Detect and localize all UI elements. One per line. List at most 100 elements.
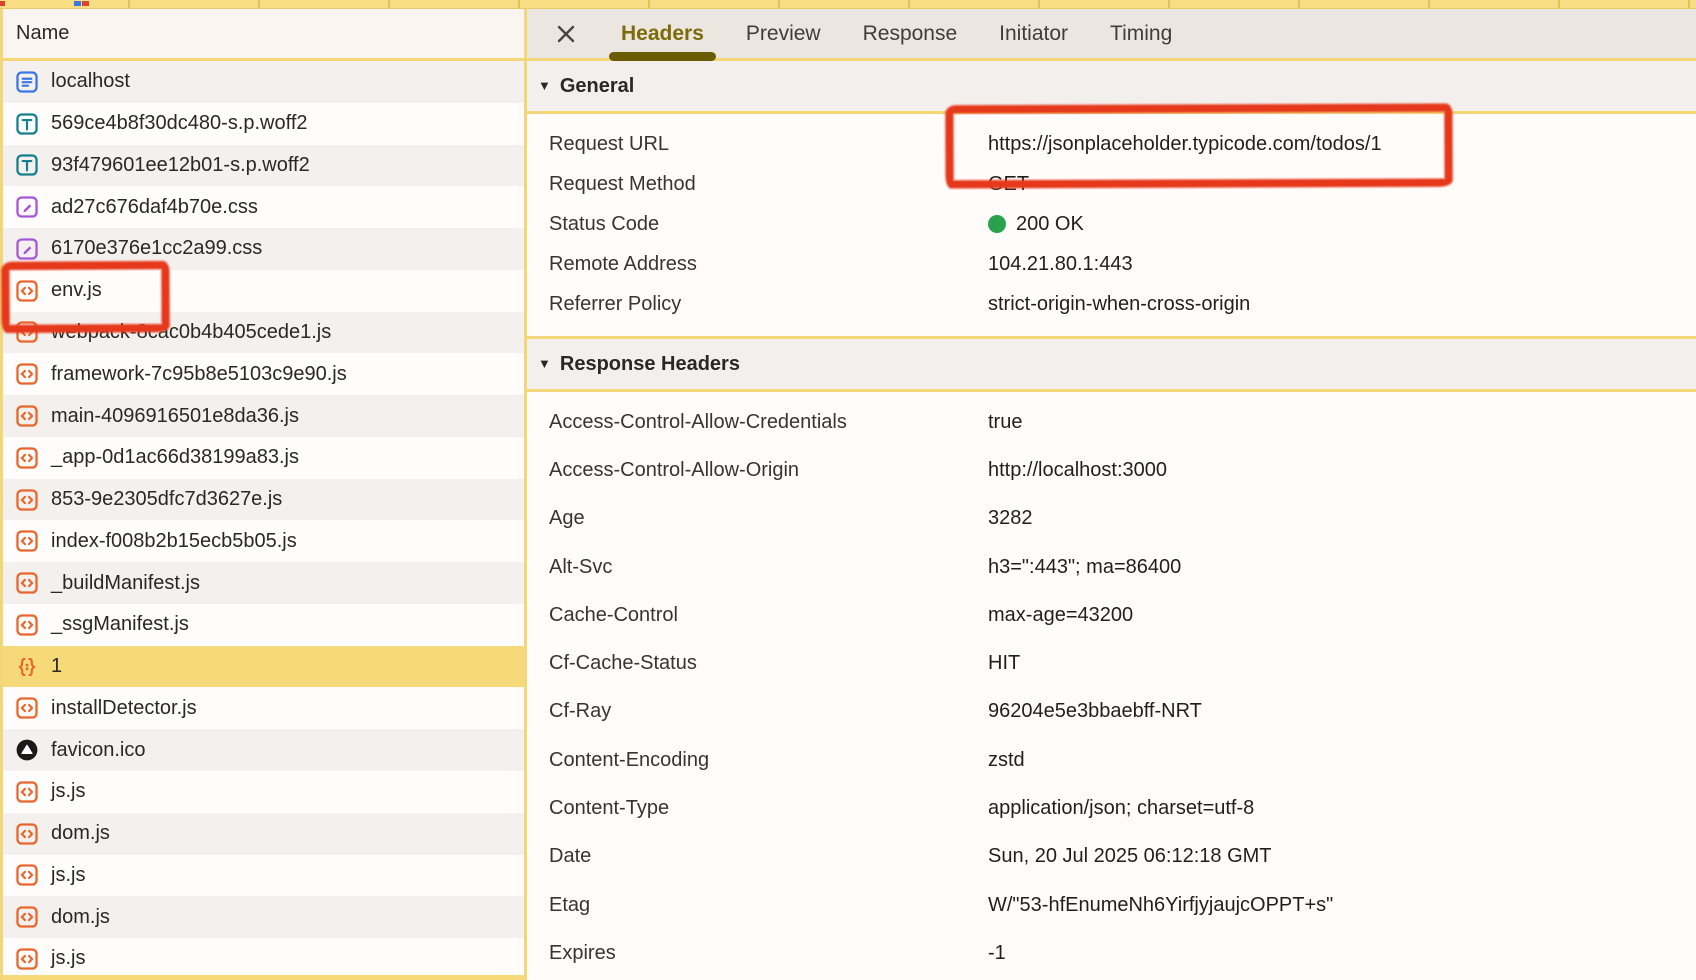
request-name: _app-0d1ac66d38199a83.js — [51, 446, 299, 469]
disclosure-triangle-icon: ▼ — [538, 356, 551, 371]
header-row-request-url: Request URLhttps://jsonplaceholder.typic… — [549, 124, 1696, 164]
header-row-request-method: Request MethodGET — [549, 164, 1696, 204]
request-row-installdetector-js[interactable]: installDetector.js — [3, 687, 524, 729]
script-icon — [14, 528, 40, 554]
request-row-dom-js[interactable]: dom.js — [3, 896, 524, 938]
header-name: Request URL — [549, 133, 988, 156]
section-header-response-headers[interactable]: ▼Response Headers — [527, 336, 1696, 392]
header-value: https://jsonplaceholder.typicode.com/tod… — [988, 133, 1696, 156]
request-row-app-0d1ac66d38199a83-js[interactable]: _app-0d1ac66d38199a83.js — [3, 437, 524, 479]
request-name: _buildManifest.js — [51, 572, 200, 595]
tab-timing[interactable]: Timing — [1110, 9, 1172, 58]
header-row-remote-address: Remote Address104.21.80.1:443 — [549, 244, 1696, 284]
header-row-alt-svc: Alt-Svch3=":443"; ma=86400 — [549, 543, 1696, 591]
request-name: env.js — [51, 279, 102, 302]
header-row-cf-ray: Cf-Ray96204e5e3bbaebff-NRT — [549, 688, 1696, 736]
request-row-ssgmanifest-js[interactable]: _ssgManifest.js — [3, 604, 524, 646]
request-row-6170e376e1cc2a99-css[interactable]: 6170e376e1cc2a99.css — [3, 228, 524, 270]
header-name: Cf-Cache-Status — [549, 652, 988, 675]
section-title: General — [560, 75, 634, 98]
script-icon — [14, 904, 40, 930]
request-name: 569ce4b8f30dc480-s.p.woff2 — [51, 112, 308, 135]
request-row-favicon-ico[interactable]: favicon.ico — [3, 729, 524, 771]
request-detail-panel: Headers Preview Response Initiator Timing ▼ G… — [524, 9, 1696, 980]
request-row-569ce4b8f30dc480-s-p-woff2[interactable]: 569ce4b8f30dc480-s.p.woff2 — [3, 103, 524, 145]
image-icon — [14, 737, 40, 763]
script-icon — [14, 319, 40, 345]
header-name: Referrer Policy — [549, 293, 988, 316]
tab-response[interactable]: Response — [863, 9, 958, 58]
request-name: js.js — [51, 947, 85, 970]
request-list-panel: Name localhost 569ce4b8f30dc480-s.p.woff2… — [0, 9, 524, 980]
request-name: js.js — [51, 780, 85, 803]
stylesheet-icon — [14, 194, 40, 220]
tab-initiator[interactable]: Initiator — [999, 9, 1068, 58]
request-row-buildmanifest-js[interactable]: _buildManifest.js — [3, 562, 524, 604]
request-row-js-js[interactable]: js.js — [3, 938, 524, 980]
header-name: Status Code — [549, 213, 988, 236]
request-row-webpack-8cac0b4b405cede1-js[interactable]: webpack-8cac0b4b405cede1.js — [3, 312, 524, 354]
request-row-main-4096916501e8da36-js[interactable]: main-4096916501e8da36.js — [3, 395, 524, 437]
request-name: main-4096916501e8da36.js — [51, 405, 299, 428]
close-icon — [555, 23, 577, 45]
close-button[interactable] — [553, 21, 579, 47]
request-name: 6170e376e1cc2a99.css — [51, 237, 262, 260]
header-name: Cache-Control — [549, 604, 988, 627]
request-row-js-js[interactable]: js.js — [3, 855, 524, 897]
request-row-dom-js[interactable]: dom.js — [3, 813, 524, 855]
tab-headers[interactable]: Headers — [621, 9, 704, 58]
request-name: js.js — [51, 864, 85, 887]
request-name: 93f479601ee12b01-s.p.woff2 — [51, 154, 310, 177]
header-name: Access-Control-Allow-Origin — [549, 459, 988, 482]
header-row-age: Age3282 — [549, 495, 1696, 543]
detail-tabs: Headers Preview Response Initiator Timing — [621, 9, 1172, 58]
font-icon — [14, 111, 40, 137]
request-row-localhost[interactable]: localhost — [3, 61, 524, 103]
header-value: GET — [988, 173, 1696, 196]
header-name: Date — [549, 845, 988, 868]
header-value: HIT — [988, 652, 1696, 675]
request-row-ad27c676daf4b70e-css[interactable]: ad27c676daf4b70e.css — [3, 186, 524, 228]
name-column-header[interactable]: Name — [3, 9, 524, 61]
request-row-93f479601ee12b01-s-p-woff2[interactable]: 93f479601ee12b01-s.p.woff2 — [3, 145, 524, 187]
request-row-index-f008b2b15ecb5b05-js[interactable]: index-f008b2b15ecb5b05.js — [3, 520, 524, 562]
request-row-1[interactable]: 1 — [3, 646, 524, 688]
header-name: Content-Type — [549, 797, 988, 820]
header-value: 96204e5e3bbaebff-NRT — [988, 700, 1696, 723]
header-value: true — [988, 411, 1696, 434]
headers-content: ▼ General Request URLhttps://jsonplacehold… — [527, 61, 1696, 978]
request-name: dom.js — [51, 822, 110, 845]
request-row-853-9e2305dfc7d3627e-js[interactable]: 853-9e2305dfc7d3627e.js — [3, 479, 524, 521]
request-name: installDetector.js — [51, 697, 197, 720]
header-value: Sun, 20 Jul 2025 06:12:18 GMT — [988, 845, 1696, 868]
request-row-env-js[interactable]: env.js — [3, 270, 524, 312]
section-header-general[interactable]: ▼ General — [527, 61, 1696, 114]
header-row-date: DateSun, 20 Jul 2025 06:12:18 GMT — [549, 833, 1696, 881]
request-row-js-js[interactable]: js.js — [3, 771, 524, 813]
request-name: framework-7c95b8e5103c9e90.js — [51, 363, 347, 386]
header-value: 3282 — [988, 507, 1696, 530]
script-icon — [14, 946, 40, 972]
header-value: max-age=43200 — [988, 604, 1696, 627]
disclosure-triangle-icon: ▼ — [538, 78, 551, 93]
header-name: Remote Address — [549, 253, 988, 276]
network-overview-ruler[interactable] — [0, 0, 1696, 9]
header-value: W/"53-hfEnumeNh6YirfjyjaujcOPPT+s" — [988, 894, 1696, 917]
header-value: h3=":443"; ma=86400 — [988, 556, 1696, 579]
request-name: 853-9e2305dfc7d3627e.js — [51, 488, 282, 511]
header-value: 104.21.80.1:443 — [988, 253, 1696, 276]
script-icon — [14, 445, 40, 471]
document-icon — [14, 69, 40, 95]
header-row-access-control-allow-origin: Access-Control-Allow-Originhttp://localh… — [549, 446, 1696, 494]
header-name: Request Method — [549, 173, 988, 196]
header-row-content-type: Content-Typeapplication/json; charset=ut… — [549, 784, 1696, 832]
request-name: webpack-8cac0b4b405cede1.js — [51, 321, 331, 344]
tab-preview[interactable]: Preview — [746, 9, 821, 58]
request-name: index-f008b2b15ecb5b05.js — [51, 530, 297, 553]
script-icon — [14, 612, 40, 638]
script-icon — [14, 695, 40, 721]
script-icon — [14, 862, 40, 888]
font-icon — [14, 152, 40, 178]
request-row-framework-7c95b8e5103c9e90-js[interactable]: framework-7c95b8e5103c9e90.js — [3, 353, 524, 395]
request-name: _ssgManifest.js — [51, 613, 189, 636]
